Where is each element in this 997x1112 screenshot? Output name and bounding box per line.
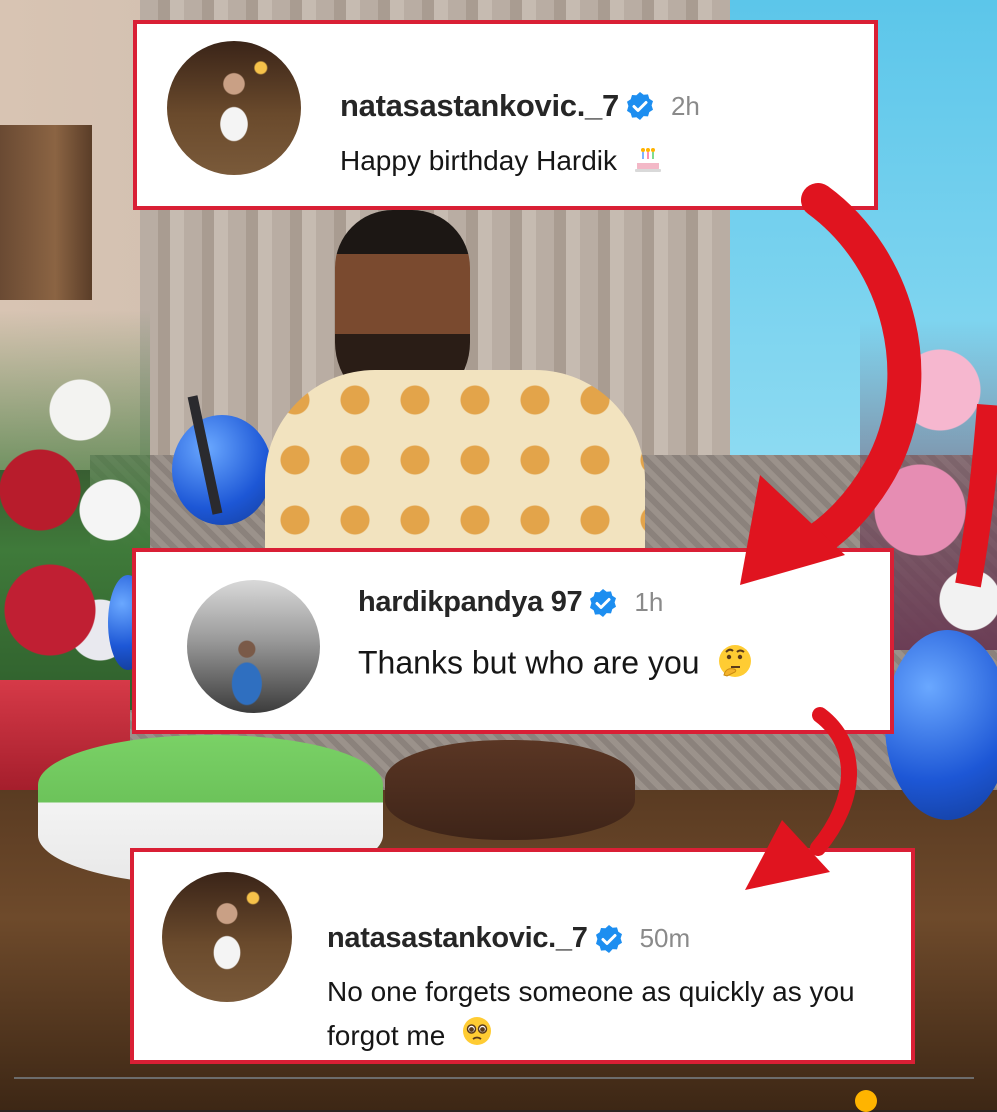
- username[interactable]: natasastankovic._7: [340, 88, 619, 124]
- comment-text: No one forgets someone as quickly as you…: [327, 970, 887, 1060]
- avatar[interactable]: [167, 41, 301, 175]
- pleading-face-emoji: [461, 1015, 493, 1060]
- username[interactable]: natasastankovic._7: [327, 922, 588, 955]
- comment-body: No one forgets someone as quickly as you…: [327, 976, 855, 1051]
- comment-body: Thanks but who are you: [358, 644, 700, 681]
- floral-shirt: [265, 370, 645, 555]
- timestamp: 2h: [670, 90, 700, 121]
- comment-text: Thanks but who are you: [358, 642, 754, 688]
- progress-bar: [14, 1077, 974, 1079]
- progress-indicator: [855, 1090, 877, 1112]
- timestamp: 1h: [634, 587, 664, 617]
- comment-header: natasastankovic._7 2h: [340, 88, 700, 124]
- username[interactable]: hardikpandya 97: [358, 586, 583, 619]
- comment-card: hardikpandya 97 1h Thanks but who are yo…: [132, 548, 894, 734]
- verified-badge-icon: [588, 588, 618, 618]
- verified-badge-icon: [625, 91, 655, 121]
- comment-card: natasastankovic._7 2h Happy birthday Har…: [133, 20, 878, 210]
- birthday-cake-emoji: [633, 144, 663, 181]
- comment-header: natasastankovic._7 50m: [327, 922, 690, 955]
- avatar[interactable]: [187, 580, 320, 713]
- blue-balloon: [172, 415, 272, 525]
- timestamp: 50m: [639, 923, 691, 953]
- thinking-face-emoji: [716, 642, 754, 688]
- comment-card: natasastankovic._7 50m No one forgets so…: [130, 848, 915, 1064]
- avatar[interactable]: [162, 872, 292, 1002]
- verified-badge-icon: [594, 924, 624, 954]
- comment-header: hardikpandya 97 1h: [358, 586, 663, 619]
- lamp: [0, 125, 92, 300]
- chocolate-cake: [385, 740, 635, 840]
- comment-text: Happy birthday Hardik: [340, 144, 663, 181]
- comment-body: Happy birthday Hardik: [340, 144, 618, 176]
- smiling-man: [265, 210, 645, 555]
